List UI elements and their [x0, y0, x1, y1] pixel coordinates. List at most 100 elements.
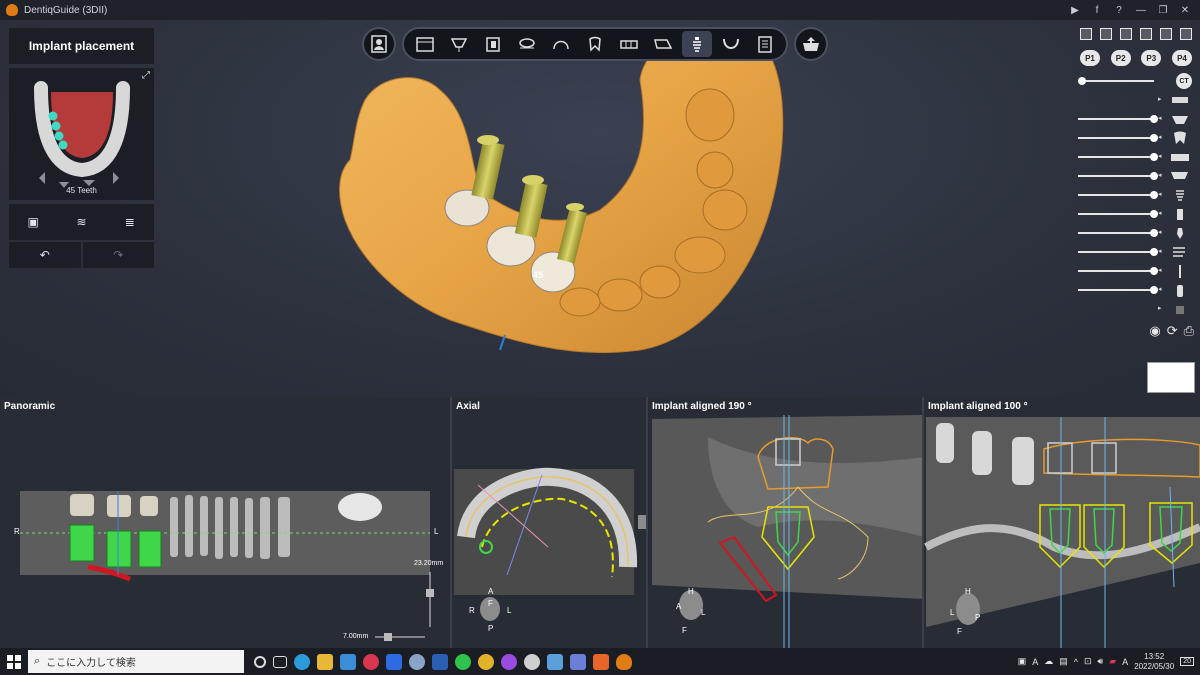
panoramic-pane[interactable]: Panoramic R L 23.20mm 7.00mm	[0, 397, 452, 648]
redo-button[interactable]: ↷	[82, 242, 154, 268]
step-teeth[interactable]	[614, 31, 644, 57]
volume-icon[interactable]: 🔊︎	[1098, 656, 1104, 667]
step-mandible[interactable]	[648, 31, 678, 57]
step-volume[interactable]	[478, 31, 508, 57]
close-button[interactable]: ✕	[1174, 5, 1196, 16]
messenger-icon[interactable]	[501, 653, 517, 670]
workflow-steps	[402, 27, 788, 61]
battery-icon[interactable]: ▰	[1109, 656, 1116, 667]
show-hidden-icons[interactable]: ^	[1074, 657, 1078, 667]
help-icon[interactable]: ?	[1108, 5, 1130, 16]
view-right-button[interactable]	[1140, 28, 1152, 40]
step-register[interactable]	[580, 31, 610, 57]
aligned-100-orient-bottom: F	[957, 627, 962, 636]
tray-cloud-icon[interactable]: ☁	[1044, 656, 1053, 667]
cloud-icon[interactable]	[524, 653, 540, 670]
aligned-190-pane[interactable]: Implant aligned 190 ° H L A F	[648, 397, 924, 648]
export-button[interactable]	[794, 27, 828, 61]
aligned-100-pane[interactable]: Implant aligned 100 ° H P L F	[924, 397, 1200, 648]
cortana-icon[interactable]	[254, 655, 266, 668]
implant-stack-icon[interactable]: ≋	[70, 213, 92, 231]
view-top-button[interactable]	[1160, 28, 1172, 40]
minimize-button[interactable]: —	[1130, 5, 1152, 16]
panoramic-right-marker: R	[14, 527, 20, 536]
dropbox-icon[interactable]	[386, 653, 402, 670]
ime-mode-icon[interactable]: A	[1122, 657, 1128, 667]
view-back-button[interactable]	[1100, 28, 1112, 40]
view-direction-buttons	[1078, 28, 1194, 40]
mandible-icon	[654, 39, 673, 49]
layer-slider-4[interactable]: ◂	[1078, 148, 1194, 167]
step-calendar[interactable]	[410, 31, 440, 57]
ct-slider-knob[interactable]	[1078, 77, 1086, 85]
layer-slider-3[interactable]: ◂	[1078, 129, 1194, 148]
patient-button[interactable]	[362, 27, 396, 61]
edge-icon[interactable]	[294, 653, 310, 670]
facebook-icon[interactable]: f	[1086, 5, 1108, 16]
expand-arrow-icon[interactable]: ▸	[1158, 95, 1162, 103]
restore-button[interactable]: ❐	[1152, 5, 1174, 16]
step-nerve[interactable]	[546, 31, 576, 57]
3d-viewport[interactable]: 45	[0, 20, 1200, 397]
dentiq-taskbar-icon[interactable]	[616, 653, 632, 670]
layer-slider-10[interactable]: ◂	[1078, 262, 1194, 281]
app-monitor-icon[interactable]	[547, 653, 563, 670]
layer-slider-7[interactable]: ◂	[1078, 205, 1194, 224]
tray-network-icon[interactable]: ⊡	[1084, 656, 1092, 667]
taskbar-clock[interactable]: 13:52 2022/05/30	[1134, 652, 1174, 672]
undo-button[interactable]: ↶	[9, 242, 81, 268]
layer-slider-8[interactable]: ◂	[1078, 224, 1194, 243]
tooth-chart[interactable]: ⤢ 45 Teeth	[9, 68, 154, 200]
preset-p4-button[interactable]: P4	[1171, 50, 1192, 66]
step-guide[interactable]	[716, 31, 746, 57]
layer-slider-5[interactable]: ◂	[1078, 167, 1194, 186]
taskbar-search[interactable]: ⌕ ここに入力して検索	[28, 650, 244, 673]
app-palette-icon[interactable]	[409, 653, 425, 670]
step-implant[interactable]	[682, 31, 712, 57]
preset-p2-button[interactable]: P2	[1110, 50, 1131, 66]
view-left-button[interactable]	[1120, 28, 1132, 40]
aligned-190-orient-right: L	[701, 608, 706, 617]
monitor-list-icon[interactable]: ▣	[22, 213, 44, 231]
axial-pane[interactable]: Axial A F L R P	[452, 397, 648, 648]
expand-icon[interactable]: ⤢	[142, 70, 150, 81]
layer-slider-11[interactable]: ◂	[1078, 281, 1194, 300]
youtube-icon[interactable]: ▶	[1064, 5, 1086, 16]
file-explorer-icon[interactable]	[317, 653, 333, 670]
step-report[interactable]	[750, 31, 780, 57]
line-icon[interactable]	[455, 653, 471, 670]
eye-toggle-icon[interactable]: ◉	[1149, 323, 1160, 339]
reset-view-icon[interactable]: ⟳	[1167, 323, 1178, 339]
layer-row-1: ▸	[1078, 91, 1194, 110]
store-icon[interactable]	[340, 653, 356, 670]
app-f-icon[interactable]	[593, 653, 609, 670]
app-aee-icon[interactable]	[432, 653, 448, 670]
preset-p1-button[interactable]: P1	[1080, 50, 1100, 66]
task-view-icon[interactable]	[273, 655, 287, 668]
layer-slider-2[interactable]: ◂	[1078, 110, 1194, 129]
app-red-icon[interactable]	[363, 653, 379, 670]
step-scan[interactable]	[444, 31, 474, 57]
preset-p3-button[interactable]: P3	[1141, 50, 1162, 66]
view-front-button[interactable]	[1080, 28, 1092, 40]
redo-icon: ↷	[113, 248, 124, 262]
notification-center-icon[interactable]: 20	[1180, 657, 1194, 666]
screenshot-camera-icon[interactable]: ⎙	[1184, 323, 1194, 339]
implant-settings-icon[interactable]: ≣	[119, 213, 141, 231]
tray-folder-icon[interactable]: ▤	[1059, 656, 1068, 667]
ct-opacity-slider[interactable]: CT	[1078, 72, 1194, 91]
tray-app-icon[interactable]: ▣	[1018, 656, 1027, 667]
chrome-icon[interactable]	[478, 653, 494, 670]
app-network-icon[interactable]	[570, 653, 586, 670]
layer-slider-6[interactable]: ◂	[1078, 186, 1194, 205]
layer-slider-9[interactable]: ◂	[1078, 243, 1194, 262]
arch-icon	[519, 38, 535, 49]
tray-ime-icon[interactable]: A	[1032, 657, 1038, 667]
ct-toggle-icon[interactable]: CT	[1176, 73, 1192, 89]
step-arch[interactable]	[512, 31, 542, 57]
start-button[interactable]	[0, 648, 28, 675]
vertical-dimension: 23.20mm	[414, 560, 444, 567]
collapse-arrow-icon[interactable]: ▸	[1158, 304, 1162, 312]
tooth-number-label: 45	[533, 270, 544, 280]
view-bottom-button[interactable]	[1180, 28, 1192, 40]
